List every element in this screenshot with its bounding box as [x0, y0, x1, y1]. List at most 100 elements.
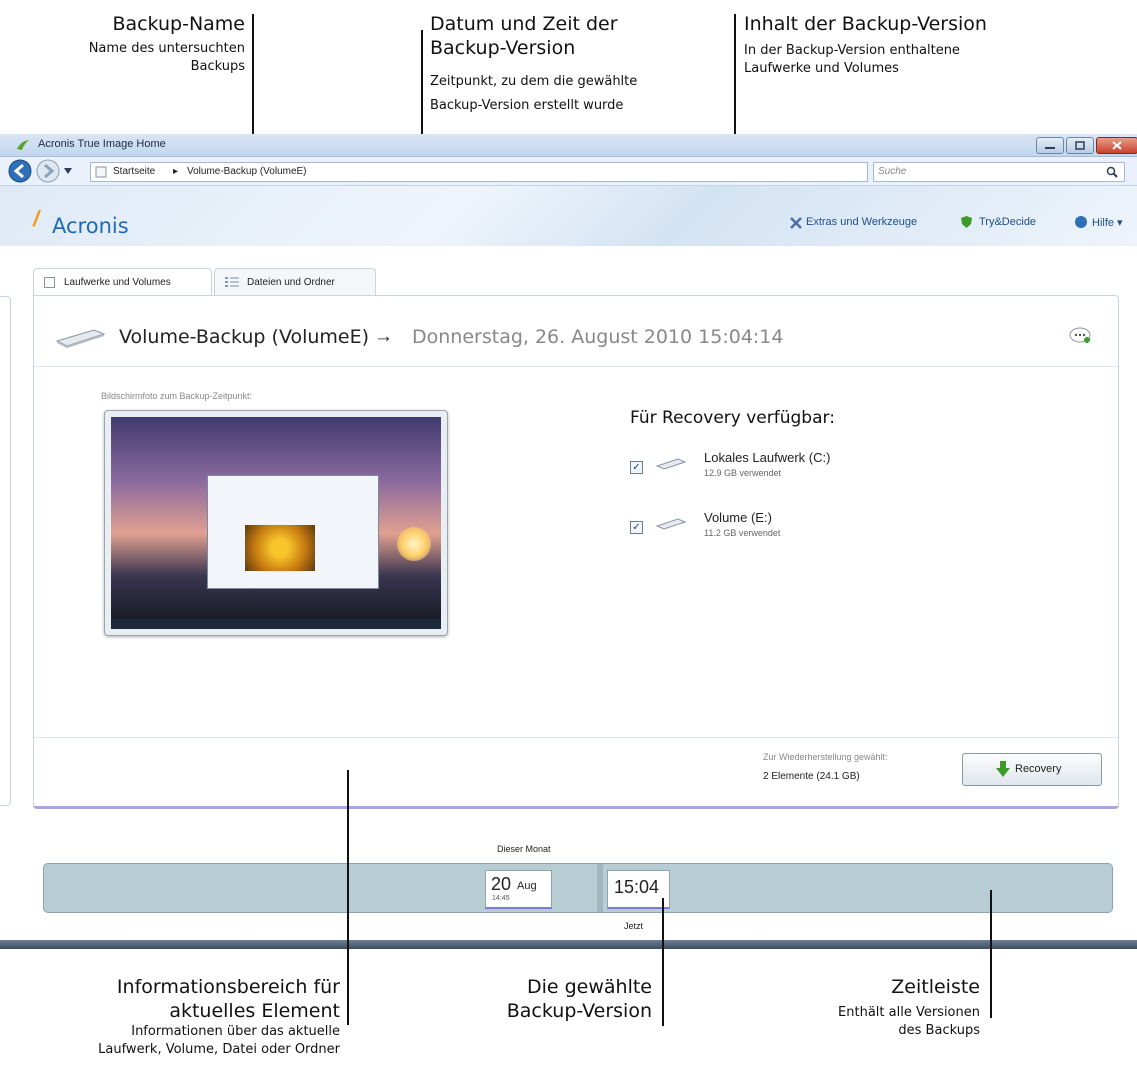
recovery-available-title: Für Recovery verfügbar: [630, 408, 835, 428]
selection-label: Zur Wiederherstellung gewählt: [763, 752, 888, 762]
callout-line: Backup-Version [430, 37, 576, 59]
try-decide-link[interactable]: Try&Decide [979, 216, 1036, 228]
callout-content-sub: In der Backup-Version enthaltene Laufwer… [744, 42, 1134, 78]
forward-button[interactable] [36, 159, 60, 183]
callout-line: Backup-Version erstellt wurde [430, 98, 624, 113]
callout-line: Laufwerke und Volumes [744, 61, 899, 76]
screenshot-flowers [245, 525, 315, 571]
callout-info-area-pointer [347, 770, 349, 1025]
callout-line: Informationsbereich für [116, 976, 340, 998]
tab-drives-volumes[interactable]: Laufwerke und Volumes [33, 268, 212, 296]
callout-timeline-sub: Enthält alle Versionen des Backups [760, 1004, 980, 1040]
tools-icon [790, 217, 802, 229]
breadcrumb-home[interactable]: Startseite [113, 166, 155, 177]
screenshot-sun [397, 527, 431, 561]
search-placeholder: Suche [878, 166, 907, 177]
restore-icon [1075, 141, 1085, 150]
timeline-entry[interactable]: 20 Aug 14:45 [485, 870, 552, 909]
timeline-month-divider [597, 864, 603, 912]
info-area-divider [34, 737, 1118, 738]
timeline-entry-day: 20 [491, 874, 512, 894]
callout-date-sub: Zeitpunkt, zu dem die gewählte Backup-Ve… [430, 70, 730, 118]
app-header: / Acronis Extras und Werkzeuge Try&Decid… [0, 186, 1137, 246]
selection-value: 2 Elemente (24.1 GB) [763, 771, 860, 782]
callout-selected-version-pointer [662, 898, 664, 1026]
address-bar[interactable]: Startseite ▸ Volume-Backup (VolumeE) [90, 162, 868, 182]
window-title: Acronis True Image Home [38, 138, 166, 150]
breadcrumb-current[interactable]: Volume-Backup (VolumeE) [187, 166, 307, 177]
acronis-app-icon [17, 140, 29, 150]
taskbar-strip [0, 940, 1137, 949]
callout-line: Die gewählte [526, 976, 652, 998]
left-sidebar-edge [0, 296, 11, 806]
title-bar: Acronis True Image Home [0, 134, 1137, 157]
tab-files-folders-label: Dateien und Ordner [247, 277, 335, 288]
history-dropdown-icon[interactable] [63, 167, 73, 175]
extras-tools-link[interactable]: Extras und Werkzeuge [806, 216, 917, 228]
callout-line: Name des untersuchten [88, 41, 245, 56]
minimize-icon [1045, 147, 1055, 149]
callout-line: aktuelles Element [169, 1000, 340, 1022]
acronis-logo: Acronis [52, 214, 129, 238]
backup-name: Volume-Backup (VolumeE) [119, 326, 370, 348]
screenshot-label: Bildschirmfoto zum Backup-Zeitpunkt: [101, 391, 253, 401]
search-icon[interactable] [1106, 166, 1118, 178]
help-link[interactable]: Hilfe ▾ [1092, 216, 1123, 229]
close-icon [1112, 141, 1122, 150]
callout-backup-name-sub: Name des untersuchten Backups [30, 40, 245, 76]
callout-line: des Backups [898, 1023, 980, 1038]
screenshot-taskbar [111, 619, 441, 629]
hard-drive-icon [55, 329, 106, 348]
drive-c-usage: 12.9 GB verwendet [704, 468, 782, 478]
drive-e-checkbox[interactable]: ✓ [630, 521, 643, 534]
app-window: Acronis True Image Home Startseite ▸ Vol… [0, 134, 1137, 949]
callout-line: Zeitpunkt, zu dem die gewählte [430, 74, 638, 89]
drive-e-name: Volume (E:) [704, 510, 772, 525]
drive-c-checkbox[interactable]: ✓ [630, 461, 643, 474]
callout-line: Backup-Version [506, 1000, 652, 1022]
restore-button[interactable] [1066, 137, 1094, 154]
comment-icon[interactable] [1069, 326, 1093, 348]
callout-timeline-title: Zeitleiste [891, 976, 980, 998]
minimize-button[interactable] [1036, 137, 1064, 154]
timeline-month-label: Dieser Monat [497, 844, 551, 854]
close-button[interactable] [1096, 137, 1137, 154]
callout-backup-name-title: Backup-Name [112, 13, 245, 35]
timeline-selected-time: 15:04 [614, 877, 660, 897]
shield-icon [961, 216, 972, 228]
recovery-button[interactable]: Recovery [962, 753, 1102, 786]
backup-version-date: Donnerstag, 26. August 2010 15:04:14 [412, 326, 784, 348]
timeline-entry-time: 14:45 [492, 895, 510, 902]
breadcrumb-separator: ▸ [173, 166, 179, 177]
screenshot-image [111, 417, 441, 629]
callout-content-title: Inhalt der Backup-Version [744, 13, 987, 35]
drive-c-icon [656, 458, 686, 470]
callout-line: Datum und Zeit der [430, 13, 618, 35]
navigation-bar: Startseite ▸ Volume-Backup (VolumeE) Suc… [0, 157, 1137, 186]
callout-info-area-title: Informationsbereich für aktuelles Elemen… [30, 975, 340, 1023]
divider [34, 366, 1118, 367]
timeline-selected-version[interactable]: 15:04 [607, 870, 670, 909]
callout-line: Enthält alle Versionen [838, 1005, 980, 1020]
callout-line: Informationen über das aktuelle [131, 1024, 340, 1039]
folder-icon [95, 166, 107, 178]
callout-line: Laufwerk, Volume, Datei oder Ordner [98, 1042, 340, 1057]
tab-drives-volumes-label: Laufwerke und Volumes [64, 277, 171, 288]
acronis-logo-icon: / [33, 206, 40, 231]
list-icon [225, 277, 239, 287]
timeline-entry-month: Aug [517, 880, 537, 892]
backup-screenshot [104, 410, 448, 636]
recovery-button-label: Recovery [1015, 763, 1062, 775]
callout-info-area-sub: Informationen über das aktuelle Laufwerk… [10, 1023, 340, 1059]
callout-line: In der Backup-Version enthaltene [744, 43, 960, 58]
search-input[interactable]: Suche [873, 162, 1125, 182]
callout-line: Backups [190, 59, 245, 74]
timeline[interactable]: 20 Aug 14:45 15:04 [43, 863, 1113, 913]
tab-files-folders[interactable]: Dateien und Ordner [214, 268, 376, 296]
drive-c-name: Lokales Laufwerk (C:) [704, 450, 831, 465]
back-button[interactable] [8, 159, 32, 183]
callout-date-title: Datum und Zeit der Backup-Version [430, 12, 730, 60]
recovery-arrow-icon [996, 761, 1010, 777]
help-icon [1075, 216, 1087, 228]
checkbox-icon [44, 277, 55, 288]
